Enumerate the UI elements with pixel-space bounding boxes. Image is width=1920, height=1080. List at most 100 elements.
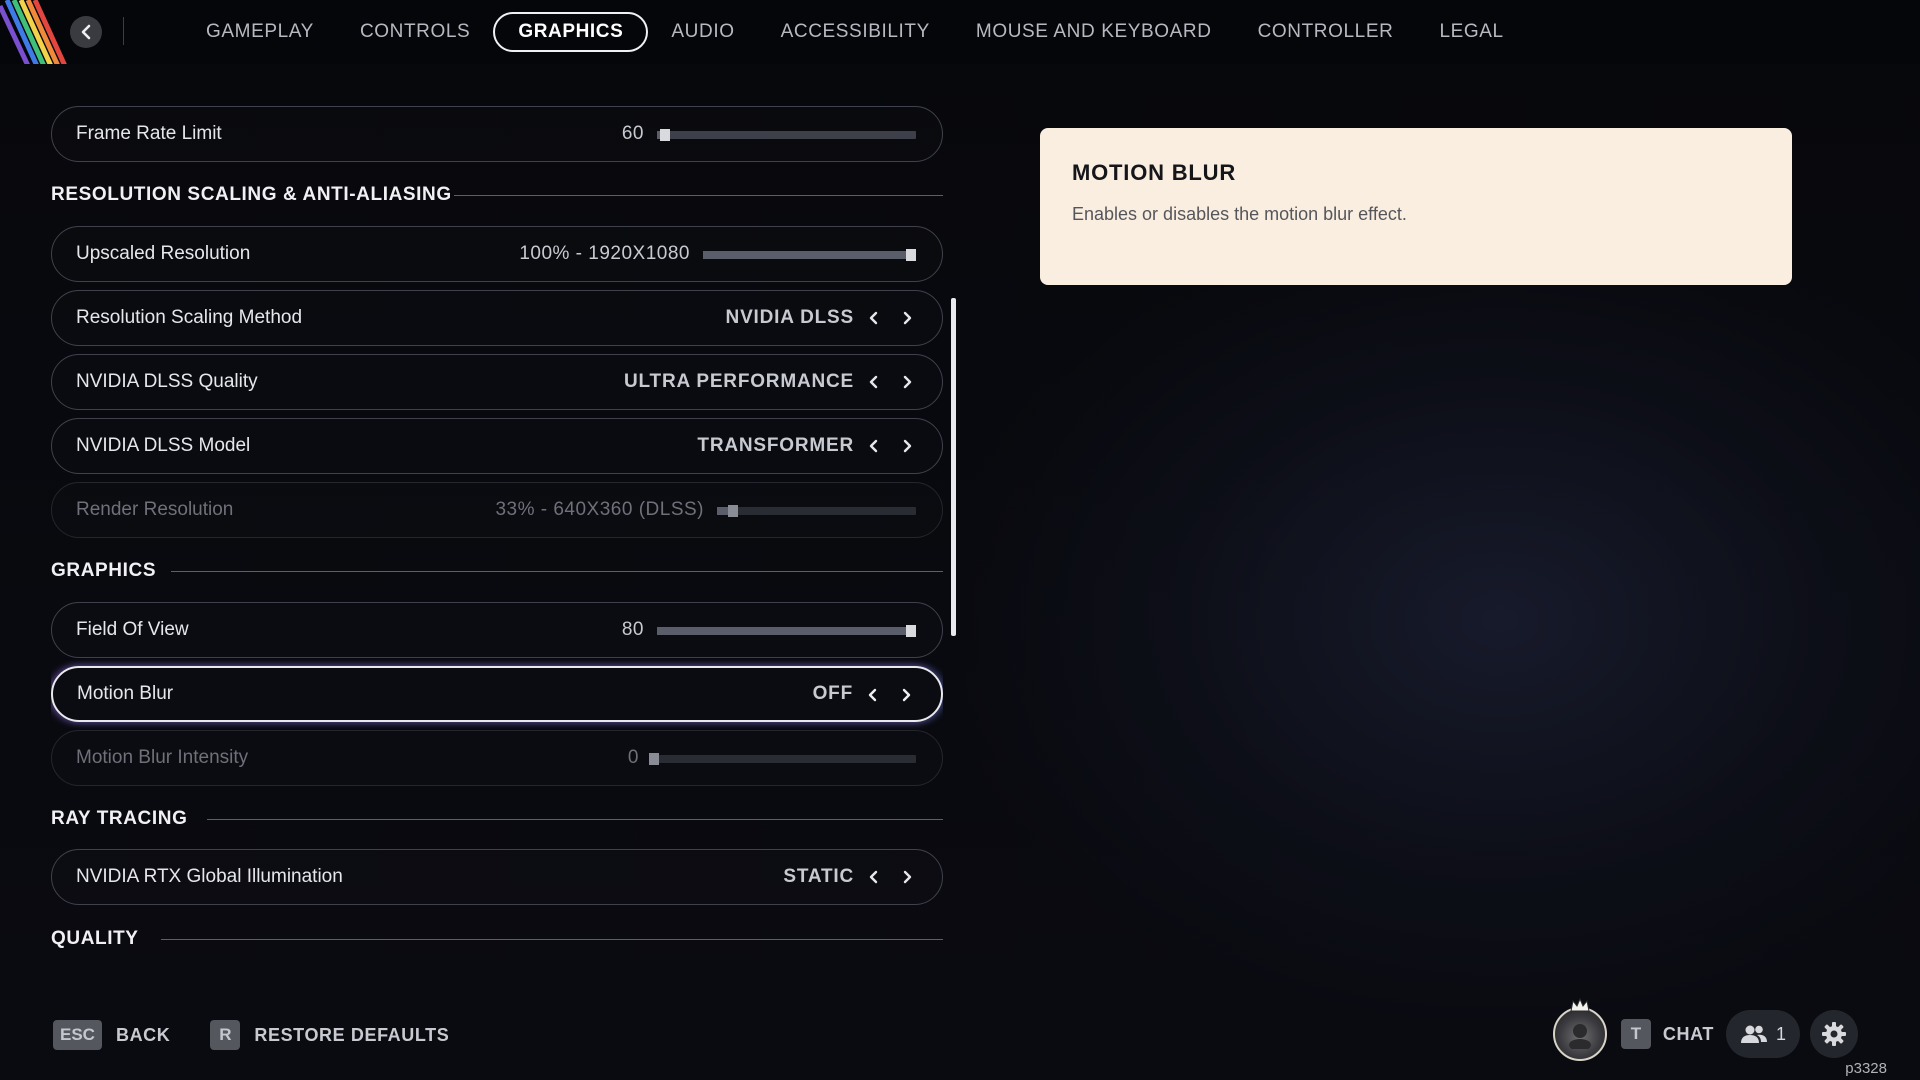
prev-option-button[interactable] bbox=[861, 305, 887, 331]
section-title-ray-tracing: RAY TRACING bbox=[51, 808, 188, 829]
setting-label: Motion Blur bbox=[77, 683, 174, 704]
setting-label: NVIDIA RTX Global Illumination bbox=[76, 866, 343, 887]
setting-upscaled-resolution[interactable]: Upscaled Resolution 100% - 1920X1080 bbox=[51, 226, 943, 282]
description-text: Enables or disables the motion blur effe… bbox=[1072, 204, 1407, 224]
rainbow-logo-icon bbox=[0, 0, 67, 64]
chevron-right-icon bbox=[903, 439, 912, 453]
setting-rtx-global-illumination[interactable]: NVIDIA RTX Global Illumination STATIC bbox=[51, 849, 943, 905]
footer-social: T CHAT 1 bbox=[1552, 997, 1858, 1064]
tab-graphics[interactable]: GRAPHICS bbox=[493, 12, 649, 52]
t-key-hint: T bbox=[1620, 1019, 1651, 1049]
settings-tabs: GAMEPLAY CONTROLS GRAPHICS AUDIO ACCESSI… bbox=[183, 12, 1527, 52]
setting-value: 0 bbox=[627, 747, 639, 768]
people-icon bbox=[1740, 1025, 1767, 1043]
prev-option-button[interactable] bbox=[861, 864, 887, 890]
friends-count: 1 bbox=[1775, 1023, 1786, 1044]
next-option-button[interactable] bbox=[894, 864, 920, 890]
prev-option-button[interactable] bbox=[861, 433, 887, 459]
next-option-button[interactable] bbox=[894, 305, 920, 331]
setting-motion-blur-intensity: Motion Blur Intensity 0 bbox=[51, 730, 943, 786]
motion-blur-intensity-slider bbox=[649, 753, 916, 765]
setting-description-card: MOTION BLUR Enables or disables the moti… bbox=[1040, 128, 1792, 285]
setting-label: NVIDIA DLSS Model bbox=[76, 435, 251, 456]
tab-mouse-and-keyboard[interactable]: MOUSE AND KEYBOARD bbox=[953, 12, 1235, 52]
esc-key-hint: ESC bbox=[53, 1020, 102, 1050]
setting-label: NVIDIA DLSS Quality bbox=[76, 371, 258, 392]
setting-value: ULTRA PERFORMANCE bbox=[624, 371, 854, 392]
section-title-quality: QUALITY bbox=[51, 928, 139, 949]
nav-divider bbox=[123, 17, 124, 45]
slider-thumb[interactable] bbox=[659, 129, 670, 141]
chevron-right-icon bbox=[902, 688, 911, 702]
setting-render-resolution: Render Resolution 33% - 640X360 (DLSS) bbox=[51, 482, 943, 538]
prev-option-button[interactable] bbox=[861, 369, 887, 395]
setting-value: 80 bbox=[621, 619, 644, 640]
player-avatar[interactable] bbox=[1552, 997, 1607, 1061]
description-title: MOTION BLUR bbox=[1072, 160, 1237, 185]
tab-accessibility[interactable]: ACCESSIBILITY bbox=[758, 12, 953, 52]
chevron-left-icon bbox=[81, 24, 91, 40]
section-title-graphics: GRAPHICS bbox=[51, 560, 157, 581]
footer-actions: ESC BACK R RESTORE DEFAULTS bbox=[53, 1019, 449, 1051]
setting-value: 33% - 640X360 (DLSS) bbox=[495, 499, 704, 520]
section-title-resolution: RESOLUTION SCALING & ANTI-ALIASING bbox=[51, 184, 452, 205]
section-divider bbox=[454, 195, 943, 196]
settings-list: Frame Rate Limit 60 RESOLUTION SCALING &… bbox=[51, 106, 943, 966]
next-option-button[interactable] bbox=[893, 682, 919, 708]
r-key-hint: R bbox=[210, 1020, 241, 1050]
crown-icon bbox=[1570, 997, 1590, 1012]
setting-value: TRANSFORMER bbox=[697, 435, 854, 456]
next-option-button[interactable] bbox=[894, 369, 920, 395]
setting-frame-rate-limit[interactable]: Frame Rate Limit 60 bbox=[51, 106, 943, 162]
top-nav-bar: GAMEPLAY CONTROLS GRAPHICS AUDIO ACCESSI… bbox=[0, 0, 1920, 64]
slider-fill bbox=[703, 251, 916, 259]
tab-gameplay[interactable]: GAMEPLAY bbox=[183, 12, 337, 52]
setting-value: STATIC bbox=[783, 866, 854, 887]
chevron-left-icon bbox=[869, 870, 878, 884]
tab-controls[interactable]: CONTROLS bbox=[337, 12, 493, 52]
gear-icon bbox=[1822, 1022, 1846, 1046]
settings-scrollbar[interactable] bbox=[951, 298, 956, 636]
frame-rate-slider[interactable] bbox=[657, 129, 916, 141]
tab-audio[interactable]: AUDIO bbox=[648, 12, 757, 52]
setting-field-of-view[interactable]: Field Of View 80 bbox=[51, 602, 943, 658]
setting-label: Upscaled Resolution bbox=[76, 243, 251, 264]
upscaled-resolution-slider[interactable] bbox=[703, 249, 916, 261]
chevron-right-icon bbox=[903, 311, 912, 325]
setting-dlss-model[interactable]: NVIDIA DLSS Model TRANSFORMER bbox=[51, 418, 943, 474]
tab-controller[interactable]: CONTROLLER bbox=[1235, 12, 1417, 52]
prev-option-button[interactable] bbox=[860, 682, 886, 708]
slider-thumb[interactable] bbox=[906, 249, 916, 261]
build-id-label: p3328 bbox=[1845, 1060, 1887, 1077]
section-divider bbox=[161, 939, 943, 940]
setting-value: NVIDIA DLSS bbox=[725, 307, 854, 328]
back-button[interactable]: BACK bbox=[116, 1025, 170, 1046]
next-option-button[interactable] bbox=[894, 433, 920, 459]
restore-defaults-button[interactable]: RESTORE DEFAULTS bbox=[254, 1025, 449, 1046]
field-of-view-slider[interactable] bbox=[657, 625, 916, 637]
setting-resolution-scaling-method[interactable]: Resolution Scaling Method NVIDIA DLSS bbox=[51, 290, 943, 346]
slider-thumb[interactable] bbox=[906, 625, 916, 637]
chevron-left-icon bbox=[868, 688, 877, 702]
back-nav-button[interactable] bbox=[70, 16, 102, 48]
setting-value: 100% - 1920X1080 bbox=[519, 243, 690, 264]
chevron-left-icon bbox=[869, 375, 878, 389]
setting-label: Render Resolution bbox=[76, 499, 234, 520]
section-divider bbox=[207, 819, 943, 820]
settings-button[interactable] bbox=[1810, 1010, 1858, 1058]
tab-legal[interactable]: LEGAL bbox=[1416, 12, 1526, 52]
setting-label: Frame Rate Limit bbox=[76, 123, 222, 144]
chevron-right-icon bbox=[903, 870, 912, 884]
chat-button[interactable]: CHAT bbox=[1663, 1024, 1714, 1045]
setting-value: OFF bbox=[812, 683, 853, 704]
chevron-right-icon bbox=[903, 375, 912, 389]
setting-label: Field Of View bbox=[76, 619, 189, 640]
friends-button[interactable]: 1 bbox=[1725, 1010, 1800, 1058]
setting-dlss-quality[interactable]: NVIDIA DLSS Quality ULTRA PERFORMANCE bbox=[51, 354, 943, 410]
setting-label: Resolution Scaling Method bbox=[76, 307, 303, 328]
setting-label: Motion Blur Intensity bbox=[76, 747, 249, 768]
slider-thumb bbox=[649, 753, 659, 765]
slider-fill bbox=[657, 627, 916, 635]
setting-motion-blur[interactable]: Motion Blur OFF bbox=[51, 666, 943, 722]
chevron-left-icon bbox=[869, 311, 878, 325]
